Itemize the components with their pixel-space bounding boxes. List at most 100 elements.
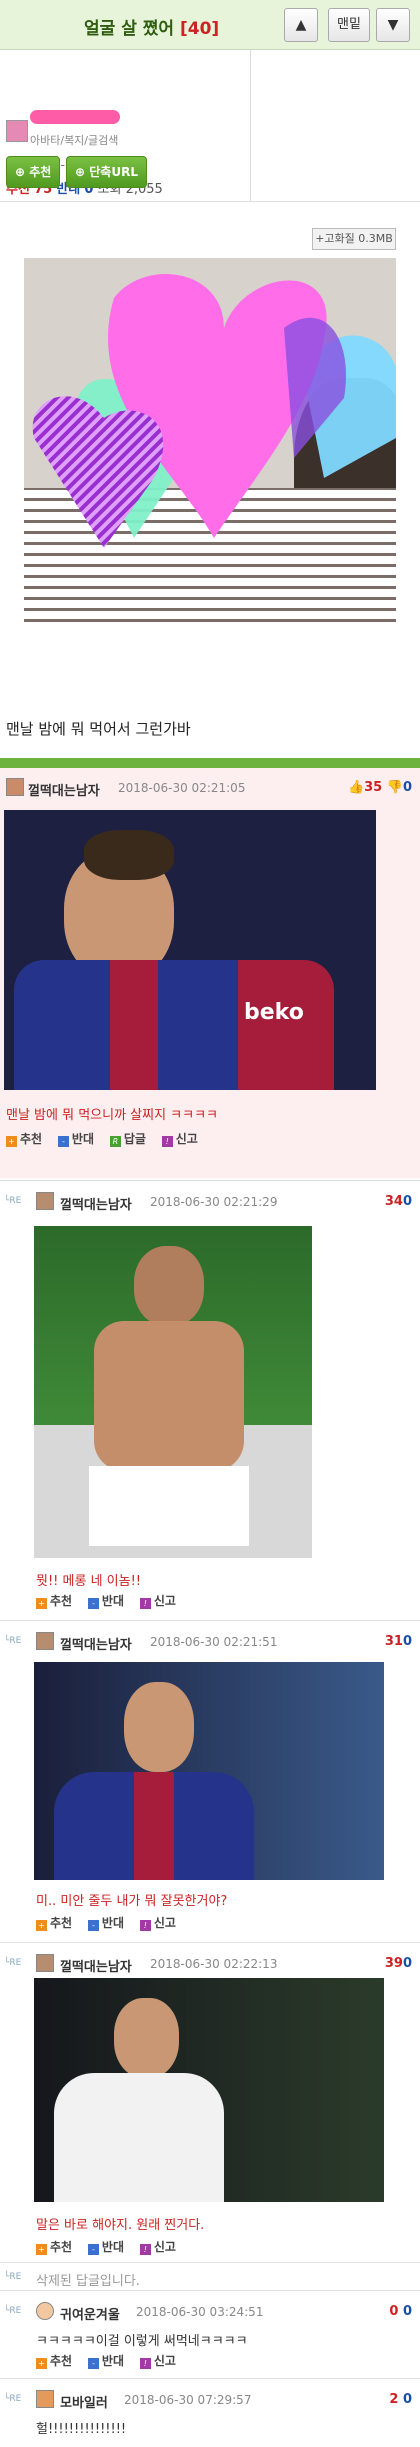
- comment-score: 2 0: [389, 2392, 412, 2407]
- author-links[interactable]: 아바타/복지/글검색: [30, 132, 118, 148]
- comment-actions: + 추천 - 반대 R 답글 ! 신고: [6, 1130, 210, 1147]
- up-count: 39: [384, 1956, 403, 1971]
- comment-score: 390: [385, 1956, 412, 1971]
- comment-nick[interactable]: 귀여운겨울: [60, 2304, 120, 2323]
- recommend-button-label: 추천: [29, 165, 52, 179]
- comment-nick[interactable]: 껄떡대는남자: [28, 780, 100, 799]
- down-count: 0: [402, 1194, 412, 1209]
- oppose-action[interactable]: - 반대: [57, 1132, 94, 1147]
- comment-image: [34, 1978, 384, 2202]
- down-count: 0: [402, 780, 412, 795]
- comment-item: └RE 귀여운겨울 2018-06-30 03:24:51 0 0 ㅋㅋㅋㅋㅋ이…: [0, 2292, 420, 2376]
- plus-icon: +: [36, 2244, 47, 2255]
- jersey-sponsor-text: beko: [244, 1000, 304, 1025]
- recommend-action[interactable]: + 추천: [36, 1916, 72, 1931]
- down-count: 0: [402, 2392, 412, 2407]
- deleted-text: 삭제된 답글입니다.: [36, 2274, 140, 2289]
- avatar[interactable]: [36, 2302, 54, 2320]
- plus-icon: +: [6, 1136, 17, 1147]
- comment-item: └RE 껄떡대는남자 2018-06-30 02:21:51 310 미.. 미…: [0, 1622, 420, 1942]
- comment-text: 맨날 밤에 뭐 먹으니까 살찌지 ㅋㅋㅋㅋ: [6, 1108, 219, 1123]
- plus-circle-icon: ⊕: [75, 165, 86, 179]
- comment-actions: + 추천 - 반대 ! 신고: [36, 1914, 188, 1931]
- deleted-comment: └RE 삭제된 답글입니다.: [0, 2264, 420, 2290]
- post-title: 얼굴 살 쪘어: [84, 19, 175, 39]
- hq-image-tag[interactable]: +고화질 0.3MB: [312, 228, 396, 250]
- heart-icon: [32, 396, 164, 548]
- thumbs-up-icon: 👍: [347, 780, 365, 795]
- scroll-down-button[interactable]: ▼: [376, 8, 410, 42]
- scroll-up-button[interactable]: ▲: [284, 8, 318, 42]
- thumbs-down-icon: 👎: [386, 780, 403, 795]
- comment-actions: + 추천 - 반대 ! 신고: [36, 2238, 188, 2255]
- report-action[interactable]: ! 신고: [161, 1132, 198, 1147]
- up-count: 31: [384, 1634, 403, 1649]
- short-url-button-label: 단축URL: [89, 165, 138, 179]
- avatar[interactable]: [6, 120, 28, 142]
- up-count: 34: [384, 1194, 403, 1209]
- oppose-action[interactable]: - 반대: [87, 2240, 124, 2255]
- heart-stickers: [32, 274, 396, 548]
- short-url-button[interactable]: ⊕ 단축URL: [66, 156, 147, 188]
- comment-score: 340: [385, 1194, 412, 1209]
- report-icon: !: [161, 1136, 173, 1147]
- reply-icon: R: [109, 1136, 121, 1147]
- bottom-button[interactable]: 맨밑: [328, 8, 370, 42]
- up-count: 35: [364, 780, 383, 795]
- avatar[interactable]: [36, 1632, 54, 1650]
- reply-marker: └RE: [4, 2272, 22, 2282]
- report-action[interactable]: ! 신고: [139, 1594, 176, 1609]
- report-icon: !: [139, 1920, 151, 1931]
- comment-image: [34, 1226, 312, 1558]
- avatar[interactable]: [36, 2390, 54, 2408]
- oppose-action[interactable]: - 반대: [87, 2354, 124, 2369]
- comment-date: 2018-06-30 02:21:51: [150, 1635, 278, 1649]
- comment-text: 뭣!! 메롱 네 이놈!!: [36, 1574, 142, 1589]
- plus-circle-icon: ⊕: [15, 165, 26, 179]
- comment-item: └RE 모바일러 2018-06-30 07:29:57 2 0 헐!!!!!!…: [0, 2380, 420, 2446]
- minus-icon: -: [87, 1598, 99, 1609]
- avatar[interactable]: [6, 778, 24, 796]
- avatar[interactable]: [36, 1192, 54, 1210]
- comment-text: 헐!!!!!!!!!!!!!!!: [36, 2422, 127, 2437]
- oppose-action[interactable]: - 반대: [87, 1916, 124, 1931]
- comment-nick[interactable]: 껄떡대는남자: [60, 1194, 132, 1213]
- reply-marker: └RE: [4, 1636, 22, 1646]
- comment-score: 👍35 👎0: [348, 780, 412, 795]
- report-icon: !: [139, 2358, 151, 2369]
- comment-date: 2018-06-30 02:21:29: [150, 1195, 278, 1209]
- section-divider: [0, 758, 420, 768]
- plus-icon: +: [36, 2358, 47, 2369]
- recommend-action[interactable]: + 추천: [36, 2240, 72, 2255]
- recommend-action[interactable]: + 추천: [36, 2354, 72, 2369]
- report-icon: !: [139, 1598, 151, 1609]
- oppose-action[interactable]: - 반대: [87, 1594, 124, 1609]
- report-action[interactable]: ! 신고: [139, 2354, 176, 2369]
- up-count: 2: [389, 2392, 399, 2407]
- comment-count: [40]: [179, 19, 220, 39]
- author-name-redacted: [30, 110, 120, 124]
- comment-nick[interactable]: 껄떡대는남자: [60, 1956, 132, 1975]
- report-action[interactable]: ! 신고: [139, 1916, 176, 1931]
- comment-date: 2018-06-30 03:24:51: [136, 2305, 264, 2319]
- post-header: 아바타/복지/글검색 2018-06-30 00:56 추천 75 반대 0 조…: [0, 50, 420, 202]
- comment-text: 미.. 미안 줄두 내가 뭐 잘못한거야?: [36, 1894, 228, 1909]
- minus-icon: -: [87, 1920, 99, 1931]
- comment-item: └RE 껄떡대는남자 2018-06-30 02:21:29 340 뭣!! 메…: [0, 1182, 420, 1610]
- comment-text: 말은 바로 해야지. 원래 찐거다.: [36, 2218, 205, 2233]
- comment-nick[interactable]: 모바일러: [60, 2392, 108, 2411]
- minus-icon: -: [87, 2244, 99, 2255]
- report-action[interactable]: ! 신고: [139, 2240, 176, 2255]
- recommend-action[interactable]: + 추천: [6, 1132, 42, 1147]
- reply-action[interactable]: R 답글: [109, 1132, 146, 1147]
- down-count: 0: [402, 2304, 412, 2319]
- comment-score: 0 0: [389, 2304, 412, 2319]
- recommend-button[interactable]: ⊕ 추천: [6, 156, 61, 188]
- recommend-action[interactable]: + 추천: [36, 1594, 72, 1609]
- comment-actions: + 추천 - 반대 ! 신고: [36, 1592, 188, 1609]
- up-arrow-icon: ▲: [295, 17, 307, 33]
- comment-nick[interactable]: 껄떡대는남자: [60, 1634, 132, 1653]
- comment-date: 2018-06-30 02:22:13: [150, 1957, 278, 1971]
- avatar[interactable]: [36, 1954, 54, 1972]
- down-count: 0: [402, 1634, 412, 1649]
